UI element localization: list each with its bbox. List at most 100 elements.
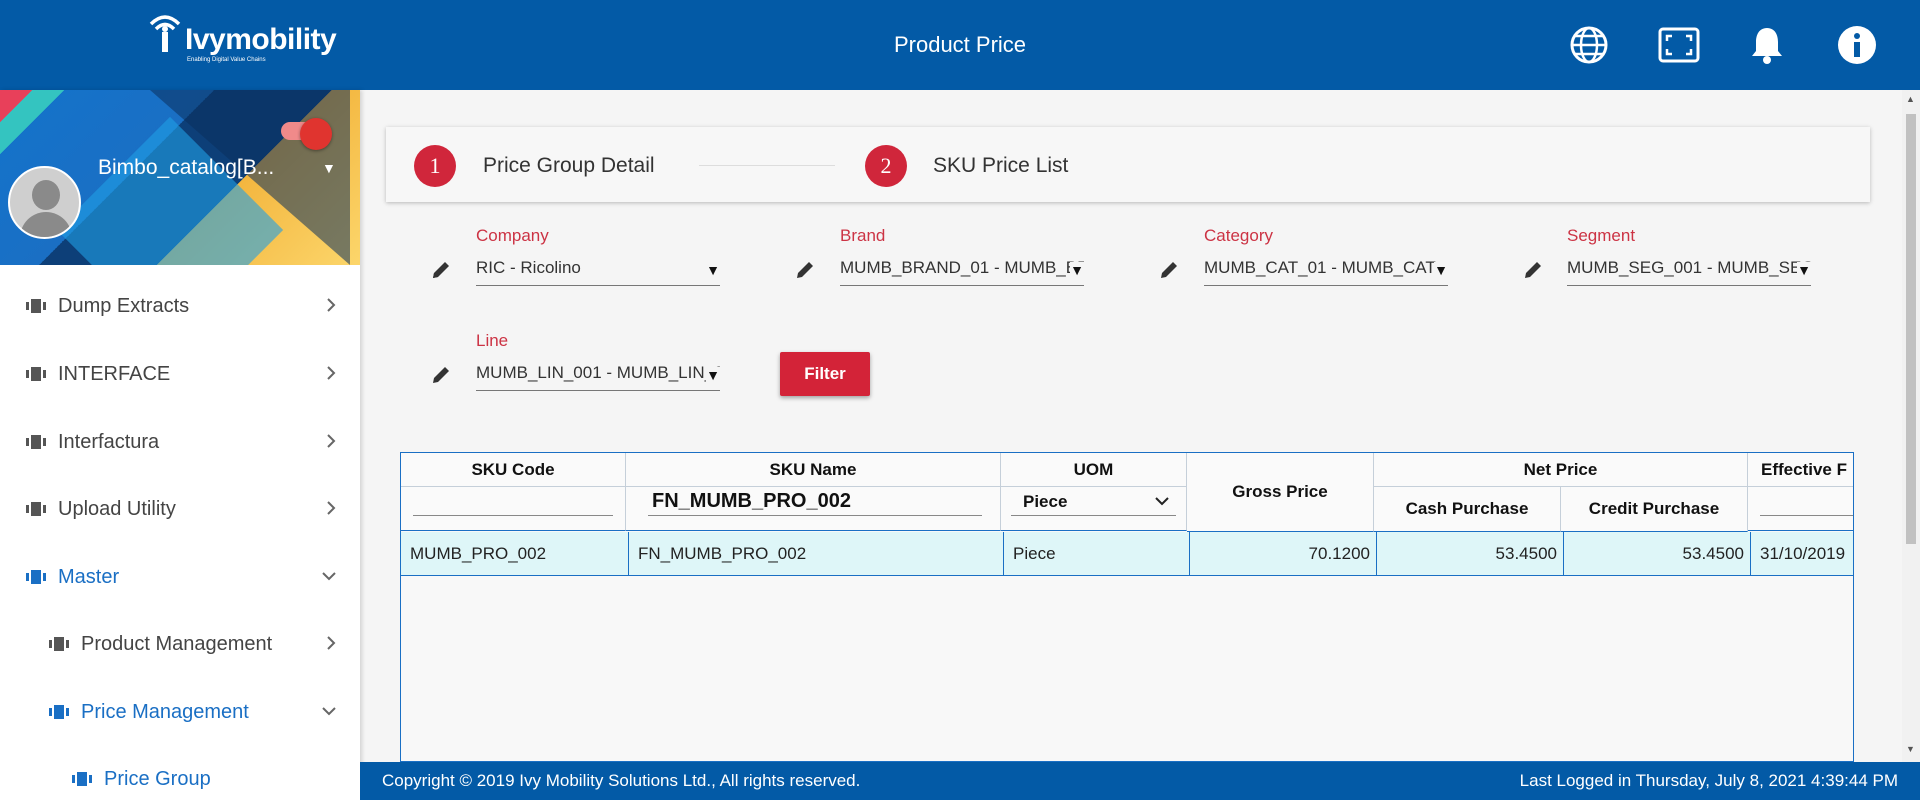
pencil-icon <box>433 367 449 383</box>
cell-sku-code: MUMB_PRO_002 <box>401 532 629 576</box>
sku-code-filter-cell <box>401 487 626 531</box>
page-title: Product Price <box>893 32 1027 57</box>
col-header-sku-name[interactable]: SKU Name <box>626 453 1001 487</box>
segment-label: Segment <box>1567 226 1636 245</box>
line-select[interactable]: Line MUMB_LIN_001 - MUMB_LIN_001 ▼ <box>476 331 720 391</box>
sku-name-filter-input[interactable] <box>648 488 982 516</box>
scroll-up-icon[interactable]: ▲ <box>1906 94 1915 104</box>
category-select[interactable]: Category MUMB_CAT_01 - MUMB_CAT_01 ▼ <box>1204 226 1448 286</box>
step-connector <box>699 165 835 166</box>
effective-from-filter-cell <box>1748 487 1853 531</box>
step-1-number[interactable]: 1 <box>414 145 456 187</box>
module-icon <box>72 771 92 787</box>
sidebar-item-product-management[interactable]: Product Management <box>0 624 360 664</box>
chevron-right-icon <box>324 364 338 388</box>
globe-icon[interactable] <box>1566 22 1612 68</box>
pencil-icon <box>1525 262 1541 278</box>
dropdown-arrow-icon: ▼ <box>706 262 720 278</box>
stepper: 1 Price Group Detail 2 SKU Price List <box>386 127 1870 202</box>
col-header-cash-purchase[interactable]: Cash Purchase <box>1374 487 1561 532</box>
company-value: RIC - Ricolino <box>476 258 581 277</box>
sidebar-item-upload-utility[interactable]: Upload Utility <box>0 489 360 529</box>
cell-credit-purchase: 53.4500 <box>1564 532 1751 576</box>
filter-button[interactable]: Filter <box>780 352 870 396</box>
step-1-label[interactable]: Price Group Detail <box>483 154 655 178</box>
module-icon <box>49 636 69 652</box>
step-2-label[interactable]: SKU Price List <box>933 154 1068 178</box>
col-header-credit-purchase[interactable]: Credit Purchase <box>1561 487 1748 532</box>
col-header-uom[interactable]: UOM <box>1001 453 1187 487</box>
step-2-number[interactable]: 2 <box>865 145 907 187</box>
category-label: Category <box>1204 226 1273 245</box>
cell-sku-name: FN_MUMB_PRO_002 <box>629 532 1004 576</box>
segment-value: MUMB_SEG_001 - MUMB_SEG_001 <box>1567 258 1811 277</box>
brand-label: Brand <box>840 226 886 245</box>
chevron-down-icon[interactable]: ▼ <box>322 160 336 176</box>
dropdown-arrow-icon: ▼ <box>1070 262 1084 278</box>
profile-banner: Bimbo_catalog[B... ▼ <box>0 90 360 265</box>
cell-effective-from: 31/10/2019 <box>1760 544 1846 563</box>
cell-gross-price: 70.1200 <box>1190 532 1377 576</box>
sidebar-item-label: Upload Utility <box>58 497 176 520</box>
dropdown-arrow-icon: ▼ <box>1797 262 1811 278</box>
sidebar-item-label: Price Management <box>81 700 249 723</box>
module-icon <box>26 434 46 450</box>
module-icon <box>26 501 46 517</box>
chevron-down-icon <box>1155 497 1169 506</box>
cell-uom: Piece <box>1004 532 1190 576</box>
uom-filter-value: Piece <box>1023 492 1068 511</box>
uom-filter-select[interactable]: Piece <box>1011 486 1176 516</box>
sidebar-item-label: INTERFACE <box>58 362 171 385</box>
sidebar-item-label: Dump Extracts <box>58 294 190 317</box>
company-select[interactable]: Company RIC - Ricolino ▼ <box>476 226 720 286</box>
pencil-icon <box>1161 262 1177 278</box>
col-header-effective-from[interactable]: Effective F <box>1748 453 1853 487</box>
page-scrollbar[interactable]: ▲ ▼ <box>1902 90 1920 762</box>
sku-price-table: SKU Code SKU Name UOM Gross Price Net Pr… <box>400 452 1854 762</box>
sidebar-item-master[interactable]: Master <box>0 557 360 597</box>
module-icon <box>26 366 46 382</box>
col-header-sku-code[interactable]: SKU Code <box>401 453 626 487</box>
last-logged-text: Last Logged in Thursday, July 8, 2021 4:… <box>1519 771 1898 790</box>
brand-select[interactable]: Brand MUMB_BRAND_01 - MUMB_BRAND_01▼ <box>840 226 1084 286</box>
effective-from-filter-input[interactable] <box>1760 488 1853 516</box>
sidebar-item-price-management[interactable]: Price Management <box>0 692 360 732</box>
sku-name-filter-cell <box>626 487 1001 531</box>
fullscreen-icon[interactable] <box>1656 22 1702 68</box>
theme-toggle-knob[interactable] <box>300 118 332 150</box>
avatar[interactable] <box>8 166 81 239</box>
sidebar-item-label: Interfactura <box>58 430 160 453</box>
scrollbar-thumb[interactable] <box>1906 114 1916 544</box>
sidebar-item-label: Master <box>58 565 120 588</box>
bell-icon[interactable] <box>1744 22 1790 68</box>
info-icon[interactable] <box>1834 22 1880 68</box>
pencil-icon <box>797 262 813 278</box>
sidebar-item-label: Price Group <box>104 767 211 790</box>
scroll-down-icon[interactable]: ▼ <box>1906 744 1915 754</box>
sidebar: Bimbo_catalog[B... ▼ Dump Extracts INTER… <box>0 90 360 800</box>
chevron-right-icon <box>324 499 338 523</box>
sidebar-item-label: Product Management <box>81 632 273 655</box>
line-value: MUMB_LIN_001 - MUMB_LIN_001 <box>476 363 720 382</box>
chevron-right-icon <box>324 634 338 658</box>
top-bar: Ivymobility Enabling Digital Value Chain… <box>0 0 1920 90</box>
chevron-down-icon <box>320 702 338 726</box>
category-value: MUMB_CAT_01 - MUMB_CAT_01 <box>1204 258 1448 277</box>
dropdown-arrow-icon: ▼ <box>706 367 720 383</box>
sku-code-filter-input[interactable] <box>413 488 613 516</box>
copyright-text: Copyright © 2019 Ivy Mobility Solutions … <box>382 771 861 790</box>
module-icon <box>49 704 69 720</box>
profile-name[interactable]: Bimbo_catalog[B... <box>98 156 290 180</box>
sidebar-item-interface[interactable]: INTERFACE <box>0 354 360 394</box>
line-label: Line <box>476 331 509 350</box>
col-header-gross-price[interactable]: Gross Price <box>1187 453 1374 532</box>
module-icon <box>26 298 46 314</box>
col-header-net-price[interactable]: Net Price <box>1374 453 1748 487</box>
sidebar-item-dump-extracts[interactable]: Dump Extracts <box>0 286 360 326</box>
table-row[interactable]: MUMB_PRO_002 FN_MUMB_PRO_002 Piece 70.12… <box>401 532 1853 576</box>
brand-value: MUMB_BRAND_01 - MUMB_BRAND_01 <box>840 258 1084 277</box>
sidebar-item-price-group[interactable]: Price Group <box>0 759 360 799</box>
segment-select[interactable]: Segment MUMB_SEG_001 - MUMB_SEG_001▼ <box>1567 226 1811 286</box>
sidebar-item-interfactura[interactable]: Interfactura <box>0 422 360 462</box>
chevron-right-icon <box>324 432 338 456</box>
